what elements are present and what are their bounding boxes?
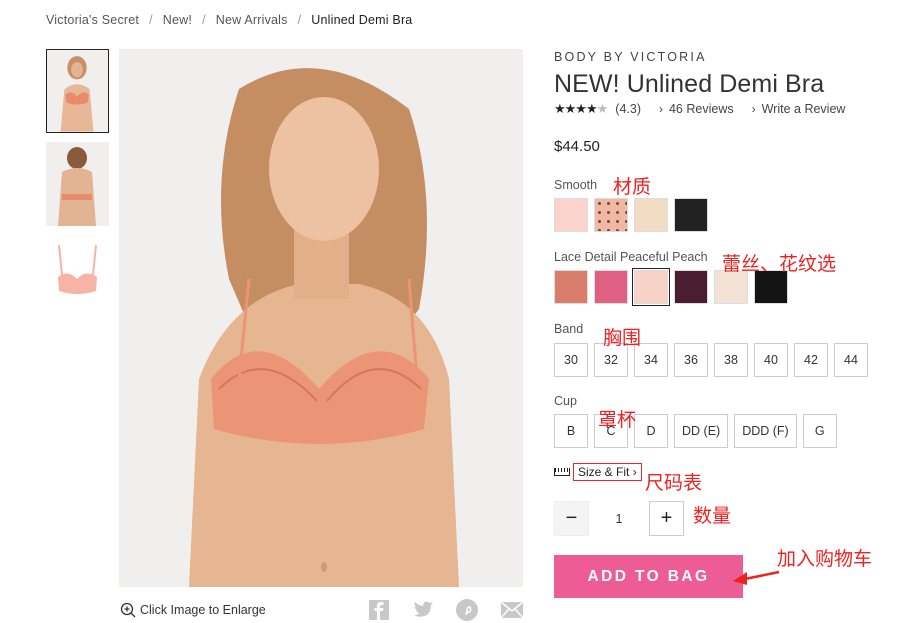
band-size-option[interactable]: 38 (714, 343, 748, 377)
brand-name[interactable]: BODY BY VICTORIA (554, 50, 707, 64)
band-size-option[interactable]: 40 (754, 343, 788, 377)
thumbnail-product[interactable] (46, 235, 109, 319)
annotation-cup: 罩杯 (598, 409, 637, 431)
arrow-icon (733, 570, 780, 585)
breadcrumb-current: Unlined Demi Bra (311, 13, 413, 27)
annotation-add-cart: 加入购物车 (777, 548, 873, 570)
color-swatch[interactable] (674, 270, 708, 304)
email-icon[interactable] (499, 598, 524, 622)
reviews-link-label: 46 Reviews (668, 102, 734, 116)
write-review-label: Write a Review (761, 102, 846, 116)
zoom-icon (120, 602, 136, 618)
smooth-swatch-group (554, 198, 708, 232)
color-swatch[interactable] (554, 270, 588, 304)
thumbnail-front[interactable] (46, 49, 109, 133)
band-label: Band (554, 322, 584, 336)
cup-size-option[interactable]: DD (E) (674, 414, 729, 448)
pinterest-icon[interactable] (455, 598, 479, 622)
enlarge-text: Click Image to Enlarge (140, 603, 266, 617)
chevron-right-icon: › (632, 465, 637, 479)
color-swatch[interactable] (594, 198, 628, 232)
ruler-icon (554, 468, 570, 476)
breadcrumb-separator: / (297, 13, 302, 27)
cup-size-option[interactable]: DDD (F) (734, 414, 797, 448)
color-swatch[interactable] (634, 198, 668, 232)
annotation-lace-pattern: 蕾丝、花纹选 (722, 253, 837, 275)
band-size-group: 30 32 34 36 38 40 42 44 (554, 343, 868, 377)
band-size-option[interactable]: 44 (834, 343, 868, 377)
cup-size-option[interactable]: B (554, 414, 588, 448)
size-fit-label: Size & Fit (578, 465, 630, 479)
cup-size-option[interactable]: G (802, 414, 837, 448)
color-swatch[interactable] (554, 198, 588, 232)
annotation-band: 胸围 (603, 327, 642, 349)
reviews-link[interactable]: › 46 Reviews (659, 102, 734, 116)
cup-label: Cup (554, 394, 577, 408)
thumbnail-back[interactable] (46, 142, 109, 226)
quantity-value[interactable]: 1 (589, 512, 649, 526)
breadcrumb-separator: / (202, 13, 206, 27)
band-size-option[interactable]: 30 (554, 343, 588, 377)
quantity-stepper: − 1 + (554, 501, 684, 536)
size-fit-link[interactable]: Size & Fit › (554, 463, 642, 481)
write-review-link[interactable]: › Write a Review (752, 102, 846, 116)
chevron-right-icon: › (751, 102, 756, 116)
rating-row: ★★★★★ (4.3) › 46 Reviews › Write a Review (554, 101, 845, 117)
color-swatch-selected[interactable] (632, 268, 670, 306)
color-swatch[interactable] (594, 270, 628, 304)
cup-size-group: B C D DD (E) DDD (F) G (554, 414, 837, 448)
chevron-right-icon: › (658, 102, 663, 116)
product-main-image[interactable] (119, 49, 523, 587)
enlarge-hint[interactable]: Click Image to Enlarge (120, 602, 266, 618)
breadcrumb-new[interactable]: New! (163, 13, 192, 27)
breadcrumb: Victoria's Secret / New! / New Arrivals / Unli… (46, 13, 412, 27)
add-to-bag-button[interactable]: ADD TO BAG (554, 555, 743, 598)
band-size-option[interactable]: 36 (674, 343, 708, 377)
breadcrumb-separator: / (149, 13, 153, 27)
quantity-increase-button[interactable]: + (649, 501, 684, 536)
thumbnail-list (46, 49, 109, 328)
annotation-material: 材质 (613, 176, 652, 198)
annotation-size-chart: 尺码表 (645, 472, 703, 494)
band-size-option[interactable]: 42 (794, 343, 828, 377)
size-fit-box: Size & Fit › (573, 463, 642, 481)
annotation-quantity: 数量 (693, 505, 732, 527)
product-title: NEW! Unlined Demi Bra (554, 70, 825, 98)
rating-value: (4.3) (615, 102, 641, 116)
quantity-decrease-button[interactable]: − (554, 501, 589, 536)
color-swatch[interactable] (674, 198, 708, 232)
product-price: $44.50 (554, 138, 600, 155)
breadcrumb-home[interactable]: Victoria's Secret (46, 13, 139, 27)
breadcrumb-new-arrivals[interactable]: New Arrivals (216, 13, 288, 27)
twitter-icon[interactable] (411, 598, 435, 622)
share-bar (367, 598, 524, 622)
smooth-label: Smooth (554, 178, 598, 192)
rating-stars[interactable]: ★★★★★ (554, 101, 608, 117)
cup-size-option[interactable]: D (634, 414, 668, 448)
lace-label: Lace Detail Peaceful Peach (554, 250, 708, 264)
facebook-icon[interactable] (367, 598, 391, 622)
